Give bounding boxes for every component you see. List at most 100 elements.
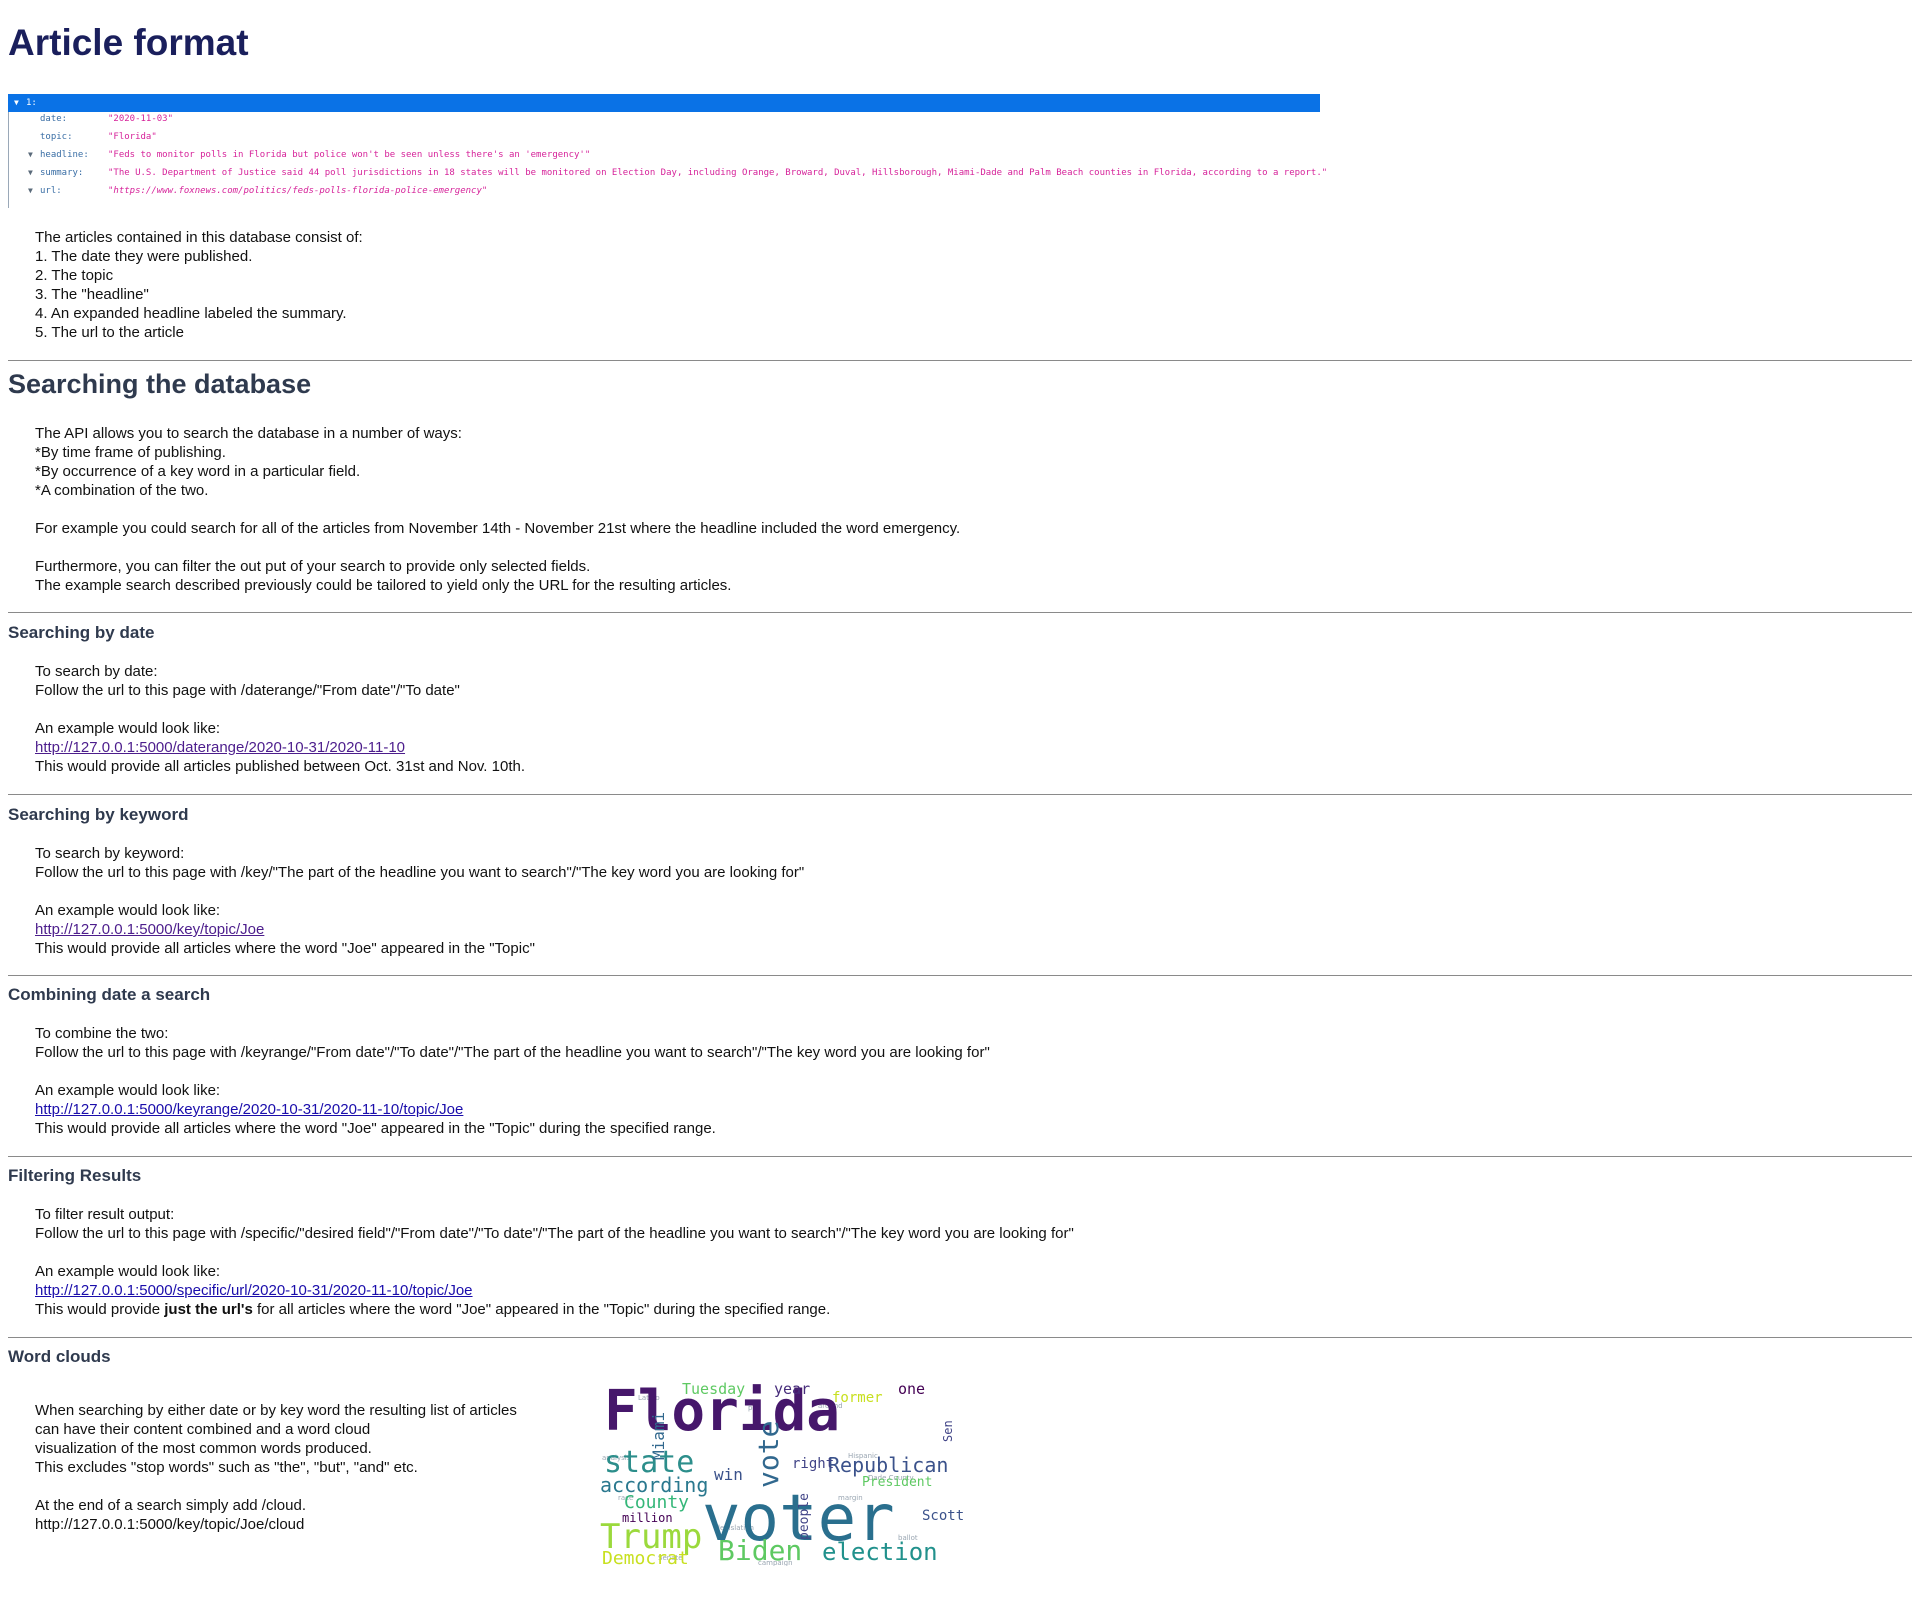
text-line: For example you could search for all of … [35,520,961,537]
word-cloud-word: million [622,1511,673,1525]
text-line: When searching by either date or by key … [35,1402,517,1419]
text-line: Follow the url to this page with /datera… [35,682,460,699]
text-line: To combine the two: [35,1025,169,1042]
word-cloud-word: Democrat [602,1548,689,1566]
example-link-keyrange[interactable]: http://127.0.0.1:5000/keyrange/2020-10-3… [35,1101,463,1118]
text-line: This would provide all articles publishe… [35,758,525,775]
example-link-daterange[interactable]: http://127.0.0.1:5000/daterange/2020-10-… [35,739,405,756]
text-line: Follow the url to this page with /specif… [35,1225,1074,1242]
word-cloud-word: Miami [649,1412,668,1460]
format-item: 3. The "headline" [35,286,149,303]
format-intro: The articles contained in this database … [35,229,363,246]
text-span: for all articles where the word "Joe" ap… [252,1301,831,1318]
text-line: An example would look like: [35,720,221,737]
text-line: http://127.0.0.1:5000/key/topic/Joe/clou… [35,1516,305,1533]
json-row-selected[interactable]: ▼ 1: [8,94,1320,112]
json-index-key: 1: [26,98,37,108]
word-cloud-word: election [822,1538,938,1566]
json-key: topic: [40,132,73,142]
json-key: headline: [40,150,89,160]
word-cloud-word: right [792,1456,834,1472]
word-cloud-image: analysis Latino poll around Hispanic ballot… [598,1380,968,1566]
format-item: 1. The date they were published. [35,248,253,265]
word-cloud-word: Sen [941,1420,955,1442]
text-line: *A combination of the two. [35,482,209,499]
divider [8,360,1912,361]
word-cloud-word: vote [752,1421,785,1488]
word-cloud-word: former [832,1390,883,1406]
section-heading-by-keyword: Searching by keyword [8,805,189,824]
json-value: "2020-11-03" [108,114,174,124]
text-line: The example search described previously … [35,577,732,594]
text-line: *By occurrence of a key word in a partic… [35,463,361,480]
json-viewer: ▼ 1: date: "2020-11-03" topic: "Florida"… [8,94,1327,208]
json-row-summary[interactable]: ▼ summary: "The U.S. Department of Justi… [8,166,1327,182]
example-link-specific[interactable]: http://127.0.0.1:5000/specific/url/2020-… [35,1282,473,1299]
word-cloud-word: Scott [922,1508,964,1524]
word-cloud-word: people [797,1493,812,1540]
text-line: The API allows you to search the databas… [35,425,462,442]
word-cloud-svg: analysisLatino poll around Hispanicballot… [598,1380,968,1566]
divider [8,975,1912,976]
format-item: 5. The url to the article [35,324,184,341]
json-value: "https://www.foxnews.com/politics/feds-p… [108,186,488,196]
word-cloud-word: Biden [718,1534,802,1566]
divider [8,1337,1912,1338]
by-keyword-description: To search by keyword: Follow the url to … [35,844,804,958]
expand-triangle-icon[interactable]: ▼ [28,186,33,195]
section-heading-filtering: Filtering Results [8,1166,142,1185]
page: Article format ▼ 1: date: "2020-11-03" t… [0,0,1920,1604]
text-line: can have their content combined and a wo… [35,1421,371,1438]
json-key: url: [40,186,62,196]
text-line: This would provide just the url's for al… [35,1300,1074,1319]
word-cloud-word: President [862,1475,932,1490]
example-link-key[interactable]: http://127.0.0.1:5000/key/topic/Joe [35,921,264,938]
json-key: summary: [40,168,84,178]
json-value: "Florida" [108,132,157,142]
json-row-date: date: "2020-11-03" [8,112,1320,128]
section-heading-searching: Searching the database [8,369,312,399]
text-line: This would provide all articles where th… [35,1120,716,1137]
word-cloud-word: one [898,1380,925,1398]
word-cloud-word: win [714,1465,743,1484]
format-description: The articles contained in this database … [35,228,363,342]
section-heading-word-clouds: Word clouds [8,1347,111,1366]
json-key: date: [40,114,68,124]
combining-description: To combine the two: Follow the url to th… [35,1024,990,1138]
text-line: Follow the url to this page with /key/"T… [35,864,805,881]
text-line: An example would look like: [35,902,221,919]
text-line: To search by keyword: [35,845,185,862]
word-cloud-word: year [774,1380,810,1398]
section-heading-combining: Combining date a search [8,985,211,1004]
format-item: 2. The topic [35,267,114,284]
section-heading-by-date: Searching by date [8,623,155,642]
text-line: To search by date: [35,663,158,680]
format-item: 4. An expanded headline labeled the summ… [35,305,347,322]
json-row-headline[interactable]: ▼ headline: "Feds to monitor polls in Fl… [8,148,1320,164]
word-cloud-word: Republican [828,1453,948,1477]
divider [8,794,1912,795]
text-line: *By time frame of publishing. [35,444,226,461]
text-line: At the end of a search simply add /cloud… [35,1497,306,1514]
text-line: This would provide all articles where th… [35,940,535,957]
divider [8,1156,1912,1157]
word-cloud-word: Tuesday [682,1380,745,1398]
by-date-description: To search by date: Follow the url to thi… [35,662,525,776]
text-line: An example would look like: [35,1263,221,1280]
text-line: Furthermore, you can filter the out put … [35,558,591,575]
json-value: "The U.S. Department of Justice said 44 … [108,168,1328,178]
divider [8,612,1912,613]
text-span: This would provide [35,1301,165,1318]
collapse-triangle-icon[interactable]: ▼ [14,98,19,107]
page-title: Article format [8,22,249,63]
text-line: Follow the url to this page with /keyran… [35,1044,990,1061]
json-value: "Feds to monitor polls in Florida but po… [108,150,591,160]
expand-triangle-icon[interactable]: ▼ [28,150,33,159]
expand-triangle-icon[interactable]: ▼ [28,168,33,177]
searching-description: The API allows you to search the databas… [35,424,960,595]
text-line: To filter result output: [35,1206,175,1223]
bold-text: just the url's [164,1301,253,1318]
word-clouds-description: When searching by either date or by key … [35,1401,517,1534]
json-row-url[interactable]: ▼ url: "https://www.foxnews.com/politics… [8,184,1320,200]
text-line: This excludes "stop words" such as "the"… [35,1459,418,1476]
